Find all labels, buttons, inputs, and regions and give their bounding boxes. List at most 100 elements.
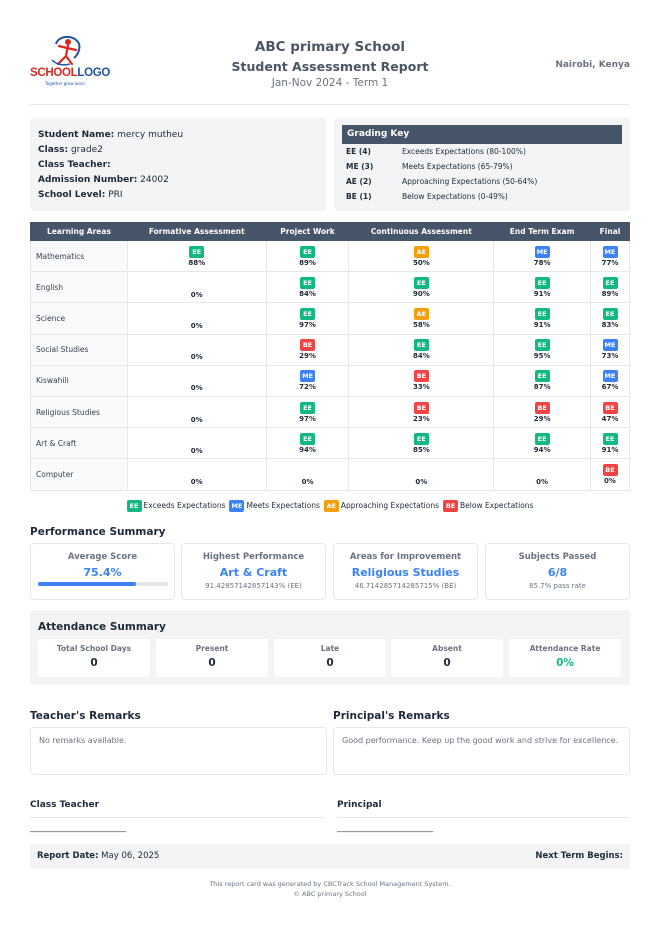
grade-badge: ME (602, 245, 618, 258)
score-cell: 0% (126, 427, 267, 460)
grade-badge: BE (534, 401, 550, 414)
grade-code: EE (4) (346, 147, 371, 156)
grade-code: ME (3) (346, 162, 374, 171)
score-cell: BE 29% (265, 333, 350, 366)
teacher-row: Class Teacher: (38, 160, 111, 170)
score-cell: BE 0% (590, 458, 630, 491)
score-cell: BE 33% (348, 364, 495, 397)
class-teacher-signature-line: ________________________ (30, 823, 126, 832)
attendance-card: Late 0 (274, 639, 386, 677)
table-row: Computer 0% 0% 0% 0% BE 0% (30, 458, 630, 491)
learning-area: Kiswahili (30, 364, 128, 397)
score-cell: 0% (493, 458, 591, 491)
score-cell: ME 77% (590, 239, 630, 273)
score-cell: EE 83% (590, 302, 630, 335)
grade-description: Meets Expectations (65-79%) (402, 162, 513, 171)
grade-legend: EE Exceeds Expectations ME Meets Expectatio… (30, 500, 630, 512)
score-percent: 0% (190, 353, 203, 362)
learning-area: Science (30, 302, 128, 335)
grade-badge: BE (413, 401, 429, 414)
score-percent: 84% (299, 289, 316, 298)
column-header: Formative Assessment (126, 222, 267, 241)
score-cell: EE 84% (265, 271, 350, 304)
grade-badge: EE (189, 245, 205, 258)
attendance-card: Absent 0 (391, 639, 503, 677)
grades-table-body: Mathematics EE 88% EE 89% AE 50% ME 78% ME 77% Engl… (30, 239, 630, 491)
grade-badge: EE (602, 276, 618, 289)
legend-label: Below Expectations (460, 501, 534, 510)
average-score: 75.4% (83, 566, 122, 579)
column-header: End Term Exam (493, 222, 591, 241)
score-percent: 94% (533, 445, 551, 454)
score-percent: 67% (601, 383, 619, 392)
legend-label: Meets Expectations (246, 501, 320, 510)
table-row: Art & Craft 0% EE 94% EE 85% EE 94% EE 91% (30, 427, 630, 460)
grade-badge: EE (413, 339, 429, 352)
score-percent: 88% (188, 258, 206, 267)
score-percent: 87% (533, 383, 551, 392)
grade-description: Exceeds Expectations (80-100%) (402, 147, 526, 156)
attendance-label: Absent (432, 644, 462, 653)
improvement-score: 46.714285714285715% (BE) (354, 582, 457, 590)
score-percent: 0% (301, 477, 314, 486)
divider (30, 817, 324, 818)
highest-score: 91.42857142857143% (EE) (205, 582, 302, 590)
score-percent: 0% (190, 384, 203, 393)
grade-badge: EE (534, 339, 550, 352)
score-cell: EE 97% (265, 395, 350, 429)
score-cell: EE 94% (265, 427, 350, 460)
grade-badge: EE (534, 276, 550, 289)
report-header: SCHOOLLOGO Together grow learn ABC prima… (30, 30, 630, 105)
class-row: Class: grade2 (38, 145, 103, 155)
grade-badge: EE (534, 432, 550, 445)
learning-area: Mathematics (30, 239, 128, 273)
grading-key: Grading Key EE (4) Exceeds Expectations (… (334, 118, 630, 211)
score-percent: 97% (299, 320, 316, 329)
grade-badge: ME (602, 370, 618, 383)
subjects-passed-card: Subjects Passed 6/8 85.7% pass rate (485, 543, 630, 600)
score-cell: EE 91% (493, 302, 591, 335)
teacher-remarks: No remarks available. (30, 727, 327, 775)
report-date: Report Date: May 06, 2025 (37, 851, 160, 861)
score-percent: 0% (190, 321, 203, 330)
report-period: Jan-Nov 2024 - Term 1 (271, 77, 389, 89)
grade-description: Below Expectations (0-49%) (402, 192, 508, 201)
legend-badge: AE (323, 500, 339, 512)
attendance-card: Attendance Rate 0% (509, 639, 621, 677)
score-cell: ME 72% (265, 364, 350, 397)
score-percent: 91% (533, 320, 551, 329)
score-percent: 33% (412, 383, 430, 392)
table-row: English 0% EE 84% EE 90% EE 91% EE 89% (30, 271, 630, 304)
legend-badge: BE (443, 500, 459, 512)
logo-text: SCHOOLLOGO (30, 67, 111, 79)
score-cell: EE 89% (265, 239, 350, 273)
attendance-label: Late (320, 644, 340, 653)
report-title: Student Assessment Report (231, 59, 429, 74)
grade-badge: AE (413, 307, 429, 320)
score-cell: BE 23% (348, 395, 495, 429)
score-percent: 73% (601, 352, 619, 361)
attendance-card: Total School Days 0 (38, 639, 150, 677)
grading-key-title: Grading Key (342, 125, 622, 144)
score-percent: 72% (299, 383, 316, 392)
grade-badge: AE (413, 245, 429, 258)
class-teacher-signature-title: Class Teacher (30, 800, 100, 810)
score-percent: 0% (190, 446, 203, 455)
score-cell: 0% (126, 395, 267, 429)
generated-note: This report card was generated by CBCTra… (209, 880, 451, 888)
improvement-card: Areas for Improvement Religious Studies … (333, 543, 478, 600)
score-cell: EE 91% (493, 271, 591, 304)
score-cell: 0% (348, 458, 495, 491)
attendance-value: 0% (556, 657, 574, 669)
grade-badge: BE (300, 339, 316, 352)
grade-badge: EE (602, 307, 618, 320)
subjects-passed: 6/8 (547, 566, 568, 579)
principal-signature-line: ________________________ (337, 823, 433, 832)
table-row: Religious Studies 0% EE 97% BE 23% BE 29% BE 47% (30, 395, 630, 429)
grade-badge: BE (602, 463, 618, 476)
grading-key-rows: EE (4) Exceeds Expectations (80-100%) ME (… (342, 144, 622, 204)
legend-badge: ME (229, 500, 245, 512)
score-cell: 0% (126, 364, 267, 397)
score-percent: 91% (601, 445, 619, 454)
grade-badge: EE (300, 401, 316, 414)
